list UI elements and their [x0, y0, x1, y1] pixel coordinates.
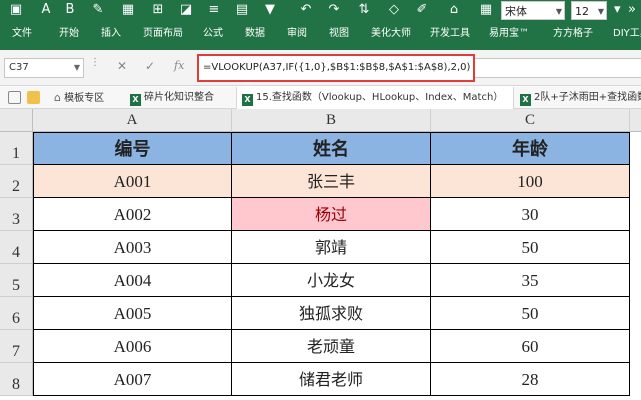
- header-cell-name[interactable]: 姓名: [232, 132, 431, 165]
- cancel-icon[interactable]: ✕: [117, 59, 127, 73]
- insert-function-button[interactable]: fx: [174, 59, 184, 72]
- cell-age[interactable]: 50: [431, 231, 630, 264]
- tab-easyuse[interactable]: 易用宝™: [489, 24, 529, 44]
- quick-access-toolbar: ▣ A B ✎ ▦ ⊞ ◪ ≡ ▤ ▼ ↶ ↷ ⇅ ◇ ✐ ⌂ ▦ 宋体 ▼ 12…: [0, 0, 641, 22]
- redo-icon[interactable]: ↷: [326, 2, 342, 18]
- row-header-1[interactable]: 1: [0, 132, 33, 165]
- folder-icon[interactable]: [27, 91, 40, 104]
- tab-home[interactable]: 开始: [59, 24, 79, 44]
- doc-tab-templates[interactable]: ⌂ 模板专区: [50, 87, 125, 109]
- cell-id[interactable]: A007: [33, 363, 232, 396]
- column-header-c[interactable]: C: [431, 109, 630, 132]
- cell-age[interactable]: 28: [431, 363, 630, 396]
- overflow-icon[interactable]: »: [628, 2, 636, 17]
- row-header-6[interactable]: 6: [0, 297, 33, 330]
- merge-icon[interactable]: ⊞: [150, 2, 166, 18]
- row-header-5[interactable]: 5: [0, 264, 33, 297]
- cell-age[interactable]: 50: [431, 297, 630, 330]
- tab-fangfang[interactable]: 方方格子: [553, 24, 593, 44]
- cell-name[interactable]: 张三丰: [232, 165, 431, 198]
- ribbon: ▣ A B ✎ ▦ ⊞ ◪ ≡ ▤ ▼ ↶ ↷ ⇅ ◇ ✐ ⌂ ▦ 宋体 ▼ 12…: [0, 0, 641, 50]
- header-cell-age[interactable]: 年龄: [431, 132, 630, 165]
- save-icon[interactable]: ▣: [8, 2, 24, 18]
- excel-icon: X: [130, 94, 141, 106]
- cell-name[interactable]: 老顽童: [232, 330, 431, 363]
- cell-name[interactable]: 杨过: [232, 198, 431, 231]
- doc-tab-fragment[interactable]: X 碎片化知识整合: [126, 87, 234, 109]
- cell-age[interactable]: 100: [431, 165, 630, 198]
- table-icon[interactable]: ▦: [478, 2, 494, 18]
- brush-icon[interactable]: ✐: [414, 2, 430, 18]
- header-cell-id[interactable]: 编号: [33, 132, 232, 165]
- row-header-3[interactable]: 3: [0, 198, 33, 231]
- tab-insert[interactable]: 插入: [101, 24, 121, 44]
- borders-icon[interactable]: ▦: [120, 2, 136, 18]
- column-header-d[interactable]: [630, 109, 641, 132]
- tab-diy[interactable]: DIY工具: [613, 24, 641, 44]
- cell-name[interactable]: 储君老师: [232, 363, 431, 396]
- cell-age[interactable]: 35: [431, 264, 630, 297]
- tab-review[interactable]: 审阅: [287, 24, 307, 44]
- select-all-corner[interactable]: [0, 109, 33, 132]
- sidebar-toggle-icon[interactable]: [8, 91, 21, 104]
- cell-id[interactable]: A003: [33, 231, 232, 264]
- spreadsheet-grid: A B C 1 2 3 4 5 6 7 8 编号 姓名 年龄 A001 张三丰 …: [0, 109, 641, 400]
- tab-formulas[interactable]: 公式: [203, 24, 223, 44]
- row-header-8[interactable]: 8: [0, 363, 33, 396]
- cell-id[interactable]: A005: [33, 297, 232, 330]
- cell-id[interactable]: A002: [33, 198, 232, 231]
- formula-bar: C37 ▼ ⋮ ✕ ✓ fx =VLOOKUP(A37,IF({1,0},$B$1…: [0, 50, 641, 86]
- cell-id[interactable]: A001: [33, 165, 232, 198]
- lock-icon[interactable]: ⌂: [446, 2, 462, 18]
- fill-icon[interactable]: ◪: [178, 2, 194, 18]
- tab-view[interactable]: 视图: [329, 24, 349, 44]
- enter-icon[interactable]: ✓: [145, 59, 155, 73]
- row-header-4[interactable]: 4: [0, 231, 33, 264]
- tab-data[interactable]: 数据: [245, 24, 265, 44]
- font-size-select[interactable]: 12 ▼: [571, 1, 607, 20]
- sheet-icon[interactable]: ▤: [234, 2, 250, 18]
- cell-name[interactable]: 小龙女: [232, 264, 431, 297]
- ribbon-tabs: 文件 开始 插入 页面布局 公式 数据 审阅 视图 美化大师 开发工具 易用宝™…: [0, 24, 641, 44]
- dots-icon: ⋮: [90, 57, 100, 68]
- filter-icon[interactable]: ▼: [262, 2, 278, 18]
- font-color-icon[interactable]: A: [38, 2, 54, 18]
- shape-icon[interactable]: ◇: [386, 2, 402, 18]
- cell-id[interactable]: A004: [33, 264, 232, 297]
- format-painter-icon[interactable]: ✎: [90, 2, 106, 18]
- excel-icon: X: [242, 94, 253, 106]
- tab-beautify[interactable]: 美化大师: [371, 24, 411, 44]
- name-box[interactable]: C37 ▼: [4, 58, 84, 78]
- tab-file[interactable]: 文件: [12, 24, 32, 44]
- column-header-a[interactable]: A: [33, 109, 232, 132]
- align-icon[interactable]: ≡: [206, 2, 222, 18]
- formula-input-extension[interactable]: [475, 58, 641, 78]
- home-icon: ⌂: [54, 91, 61, 104]
- more-icon[interactable]: ▾: [614, 2, 621, 17]
- cell-age[interactable]: 60: [431, 330, 630, 363]
- cell-name[interactable]: 独孤求败: [232, 297, 431, 330]
- excel-icon: X: [520, 94, 531, 106]
- row-header-2[interactable]: 2: [0, 165, 33, 198]
- undo-icon[interactable]: ↶: [298, 2, 314, 18]
- tab-page-layout[interactable]: 页面布局: [143, 24, 183, 44]
- font-name-select[interactable]: 宋体 ▼: [501, 1, 565, 20]
- tab-developer[interactable]: 开发工具: [430, 24, 470, 44]
- cell-id[interactable]: A006: [33, 330, 232, 363]
- row-header-7[interactable]: 7: [0, 330, 33, 363]
- column-header-b[interactable]: B: [232, 109, 431, 132]
- bold-icon[interactable]: B: [62, 2, 78, 18]
- cell-age[interactable]: 30: [431, 198, 630, 231]
- doc-tab-lookup[interactable]: X 15.查找函数（Vlookup、HLookup、Index、Match）: [236, 87, 514, 109]
- cell-name[interactable]: 郭靖: [232, 231, 431, 264]
- formula-input[interactable]: =VLOOKUP(A37,IF({1,0},$B$1:$B$8,$A$1:$A$…: [197, 54, 475, 82]
- doc-tab-team2[interactable]: X 2队+子沐雨田+查找函数: [516, 87, 641, 109]
- document-tab-bar: ⌂ 模板专区 X 碎片化知识整合 X 15.查找函数（Vlookup、HLookup…: [0, 87, 641, 109]
- sort-icon[interactable]: ⇅: [356, 2, 372, 18]
